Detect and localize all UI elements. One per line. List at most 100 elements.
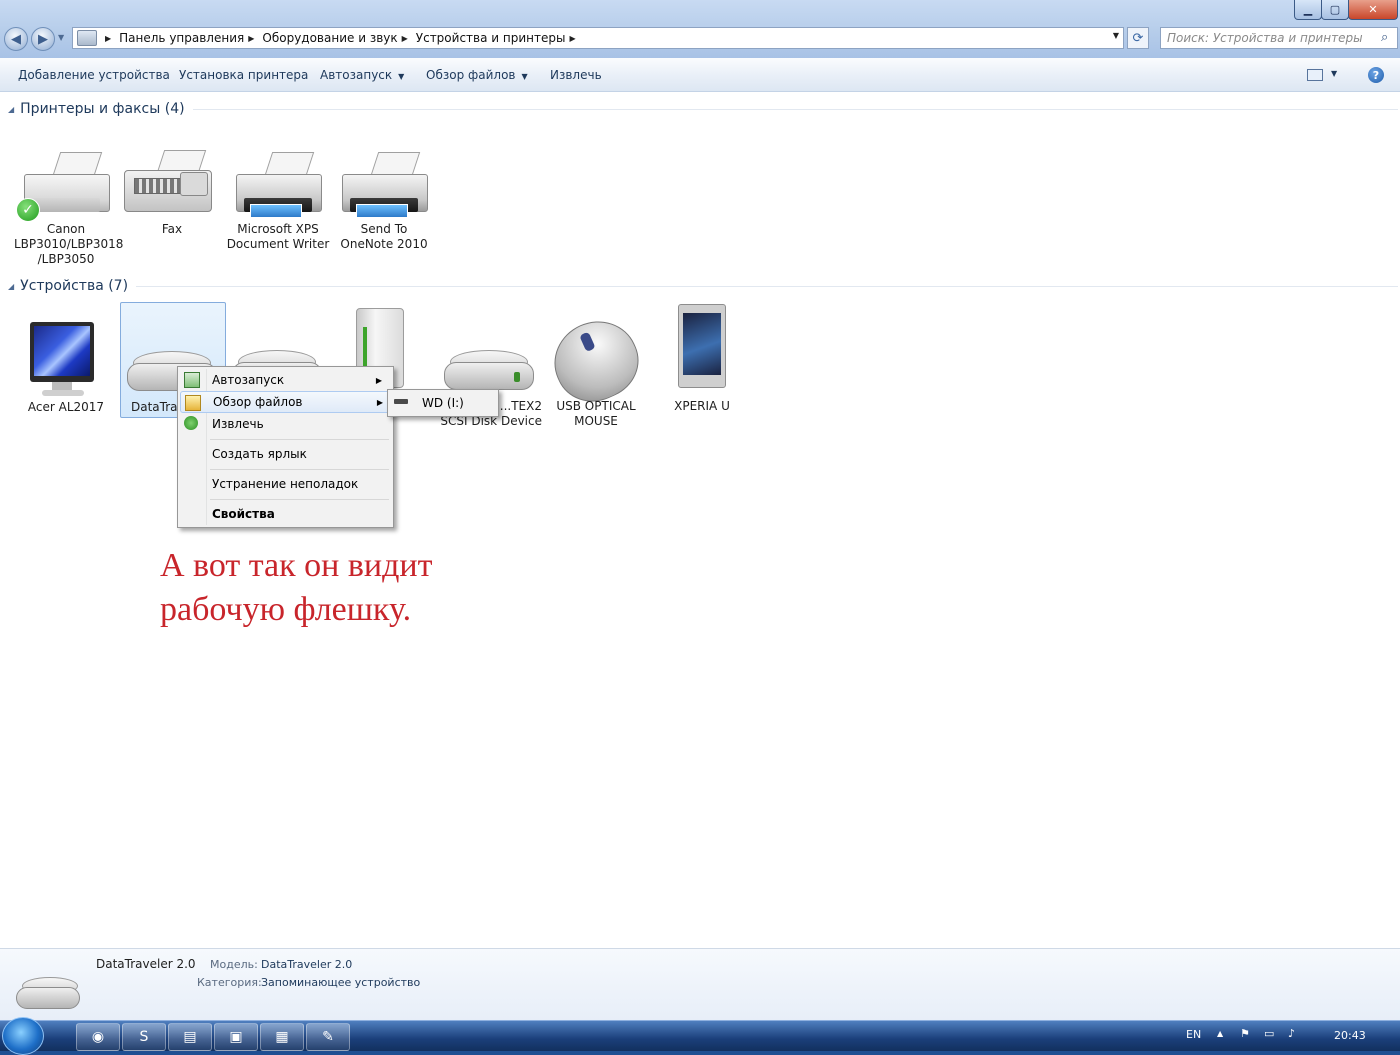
device-label: Fax [161, 222, 183, 236]
clock[interactable]: 20:43 [1334, 1029, 1366, 1042]
minimize-button[interactable]: ▁ [1294, 0, 1322, 20]
explorer-icon[interactable]: ▦ [260, 1023, 304, 1051]
autoplay-icon [184, 372, 200, 388]
start-button[interactable] [2, 1017, 44, 1055]
breadcrumb-control-panel[interactable]: Панель управления ▶ [119, 31, 262, 45]
breadcrumb-arrow-icon[interactable]: ▶ [402, 34, 408, 43]
action-center-icon[interactable]: ⚑ [1240, 1027, 1250, 1040]
refresh-button[interactable]: ⟳ [1127, 27, 1149, 49]
breadcrumb-label[interactable]: Панель управления [119, 31, 244, 45]
browse-files-button[interactable]: Обзор файлов ▼ [426, 68, 528, 82]
menu-separator [210, 499, 389, 500]
device-label: XPERIA U [674, 399, 730, 413]
address-dropdown-icon[interactable]: ▼ [1113, 31, 1119, 40]
disk-icon [444, 348, 534, 390]
device-name: DataTraveler 2.0 [96, 957, 196, 971]
breadcrumb-arrow-icon[interactable]: ▶ [105, 34, 111, 43]
autoplay-button[interactable]: Автозапуск ▼ [320, 68, 404, 82]
fax-icon [120, 150, 224, 222]
skype-icon[interactable]: S [122, 1023, 166, 1051]
maximize-button[interactable]: ▢ [1321, 0, 1349, 20]
menu-item-autoplay[interactable]: Автозапуск ▶ [180, 369, 390, 391]
breadcrumb-arrow-icon[interactable]: ▶ [569, 34, 575, 43]
browse-files-submenu: WD (I:) [387, 389, 499, 417]
device-xperia[interactable]: XPERIA U [650, 302, 754, 432]
address-bar[interactable]: ▶ Панель управления ▶ Оборудование и зву… [72, 27, 1124, 49]
device-label: USB OPTICAL MOUSE [556, 399, 636, 428]
printer-default-icon: ✓ [14, 150, 118, 222]
collapse-triangle-icon[interactable]: ◢ [8, 105, 14, 114]
back-button[interactable]: ◀ [4, 27, 28, 51]
menu-label: Извлечь [212, 417, 264, 431]
printer-icon [332, 150, 436, 222]
device-canon-printer[interactable]: ✓ Canon LBP3010/LBP3018 /LBP3050 [14, 150, 124, 267]
submenu-item-wd-drive[interactable]: WD (I:) [390, 392, 494, 414]
default-printer-check-icon: ✓ [16, 198, 40, 222]
menu-item-properties[interactable]: Свойства [180, 503, 390, 525]
printer-icon [226, 150, 330, 222]
breadcrumb-arrow-icon[interactable]: ▶ [248, 34, 254, 43]
help-icon[interactable]: ? [1368, 67, 1384, 83]
breadcrumb-devices-printers[interactable]: Устройства и принтеры ▶ [416, 31, 584, 45]
add-device-button[interactable]: Добавление устройства [18, 68, 170, 82]
breadcrumb-hardware-sound[interactable]: Оборудование и звук ▶ [262, 31, 415, 45]
device-onenote[interactable]: Send To OneNote 2010 [332, 150, 436, 252]
browse-files-label: Обзор файлов [426, 68, 516, 82]
usb-drive-icon [16, 975, 80, 1013]
language-indicator[interactable]: EN [1186, 1028, 1201, 1041]
device-label: Canon LBP3010/LBP3018 /LBP3050 [14, 222, 124, 266]
menu-separator [210, 469, 389, 470]
breadcrumb-label[interactable]: Оборудование и звук [262, 31, 397, 45]
menu-separator [210, 439, 389, 440]
view-options-chevron-icon[interactable]: ▼ [1331, 69, 1337, 78]
taskbar: ◉ S ▤ ▣ ▦ ✎ EN ▲ ⚑ ▭ ♪ 20:43 [0, 1017, 1400, 1055]
devices-and-printers-window: ▁ ▢ ✕ ◀ ▶ ▼ ▶ Панель управления ▶ Оборуд… [0, 0, 1400, 1021]
search-input[interactable]: Поиск: Устройства и принтеры ⌕ [1160, 27, 1398, 49]
recent-pages-chevron-icon[interactable]: ▼ [58, 33, 64, 42]
menu-item-browse-files[interactable]: Обзор файлов ▶ [180, 391, 392, 413]
network-app-icon[interactable]: ▣ [214, 1023, 258, 1051]
model-value: DataTraveler 2.0 [261, 958, 353, 971]
device-usb-mouse[interactable]: USB OPTICAL MOUSE [541, 302, 651, 432]
eject-icon [184, 416, 198, 430]
menu-label: Свойства [212, 507, 275, 521]
device-label: Microsoft XPS Document Writer [226, 222, 330, 251]
title-bar: ▁ ▢ ✕ ◀ ▶ ▼ ▶ Панель управления ▶ Оборуд… [0, 0, 1400, 58]
printers-group-header[interactable]: ◢ Принтеры и факсы (4) [8, 101, 1398, 117]
chrome-icon[interactable]: ◉ [76, 1023, 120, 1051]
group-title: Принтеры и факсы (4) [20, 101, 185, 117]
device-xps-writer[interactable]: Microsoft XPS Document Writer [226, 150, 330, 252]
collapse-triangle-icon[interactable]: ◢ [8, 282, 14, 291]
menu-item-eject[interactable]: Извлечь [180, 413, 390, 435]
device-fax[interactable]: Fax [120, 150, 224, 237]
eject-button[interactable]: Извлечь [550, 68, 602, 82]
group-title: Устройства (7) [20, 278, 129, 294]
device-acer-monitor[interactable]: Acer AL2017 [14, 318, 118, 415]
menu-label: Автозапуск [212, 373, 285, 387]
devices-group-header[interactable]: ◢ Устройства (7) [8, 278, 1399, 294]
forward-button[interactable]: ▶ [31, 27, 55, 51]
group-divider [192, 108, 1398, 110]
close-button[interactable]: ✕ [1348, 0, 1398, 20]
fax-app-icon[interactable]: ▤ [168, 1023, 212, 1051]
menu-item-troubleshoot[interactable]: Устранение неполадок [180, 473, 390, 495]
add-printer-button[interactable]: Установка принтера [179, 68, 308, 82]
change-view-icon[interactable] [1307, 69, 1323, 81]
control-panel-icon [77, 30, 97, 46]
details-pane: DataTraveler 2.0 Модель: DataTraveler 2.… [0, 948, 1400, 1021]
menu-item-create-shortcut[interactable]: Создать ярлык [180, 443, 390, 465]
search-placeholder: Поиск: Устройства и принтеры [1167, 31, 1363, 45]
volume-icon[interactable]: ♪ [1288, 1027, 1295, 1040]
group-divider [136, 285, 1399, 287]
network-icon[interactable]: ▭ [1264, 1027, 1274, 1040]
search-icon[interactable]: ⌕ [1381, 30, 1393, 45]
submenu-arrow-icon: ▶ [375, 375, 382, 385]
folder-icon [185, 395, 201, 411]
show-hidden-icons-icon[interactable]: ▲ [1217, 1029, 1223, 1038]
menu-label: Обзор файлов [213, 395, 303, 409]
drive-icon [394, 399, 408, 404]
category-value: Запоминающее устройство [261, 976, 421, 989]
menu-label: Устранение неполадок [212, 477, 359, 491]
paint-icon[interactable]: ✎ [306, 1023, 350, 1051]
breadcrumb-label[interactable]: Устройства и принтеры [416, 31, 566, 45]
